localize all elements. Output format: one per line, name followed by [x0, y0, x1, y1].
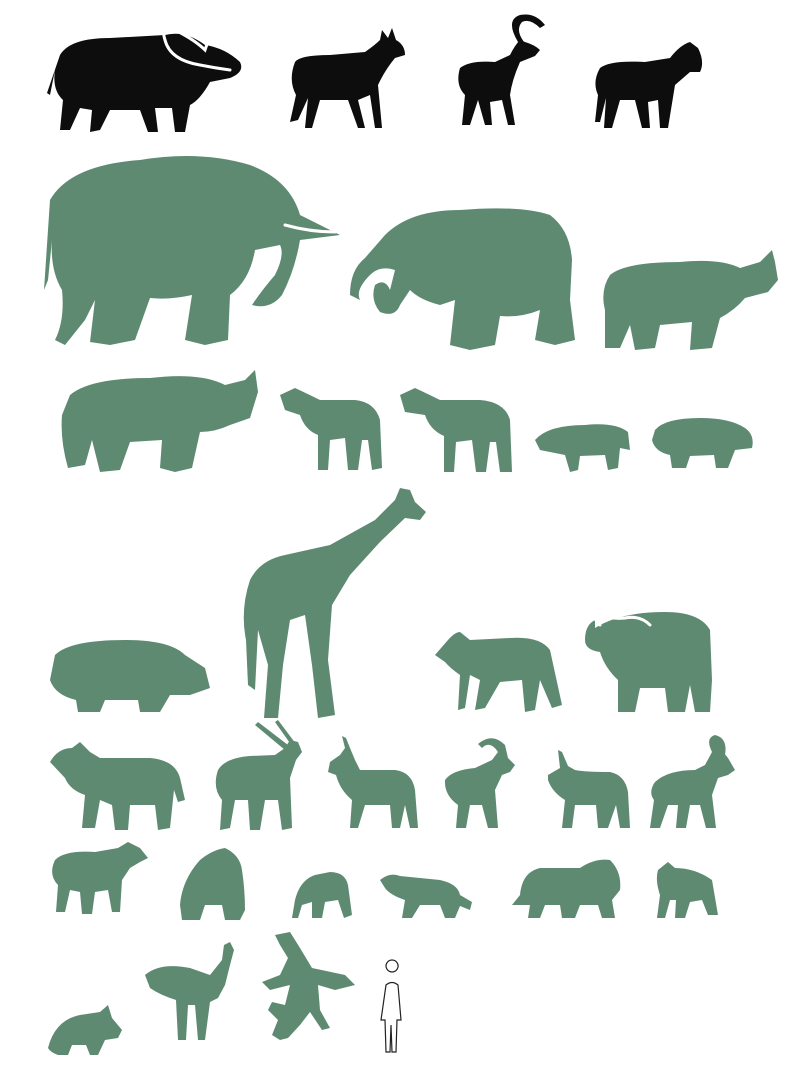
ibex-black-silhouette [458, 14, 545, 125]
row-predators-and-apes [52, 842, 718, 920]
gorilla-silhouette [180, 848, 245, 920]
pygmy-hippopotamus-silhouette [652, 418, 753, 468]
okapi-silhouette [435, 632, 562, 712]
row-large-mammals [44, 156, 778, 350]
hyena-silhouette [656, 862, 718, 918]
african-bush-elephant-silhouette [44, 156, 340, 345]
animal-silhouette-chart [44, 14, 778, 1055]
row-misc-and-scale [48, 932, 402, 1055]
nyala-silhouette [548, 750, 630, 828]
chimpanzee-silhouette [292, 872, 352, 918]
row-antelopes [50, 720, 735, 830]
plains-zebra-silhouette [280, 388, 382, 470]
african-buffalo-silhouette [585, 610, 712, 712]
leopard-silhouette [380, 874, 472, 918]
black-rhinoceros-silhouette [603, 250, 778, 350]
kudu-silhouette [444, 738, 515, 828]
african-forest-elephant-silhouette [350, 208, 575, 350]
crocodile-silhouette [262, 932, 355, 1040]
wildebeest-silhouette [52, 842, 148, 914]
zebra-black-silhouette [595, 42, 703, 128]
eland-silhouette [50, 742, 185, 830]
white-rhinoceros-silhouette [61, 370, 258, 472]
row-black-silhouettes [47, 14, 703, 132]
impala-silhouette [328, 736, 418, 828]
row-medium-mammals [61, 370, 753, 472]
oryx-silhouette [215, 720, 302, 830]
aardvark-silhouette [48, 1005, 122, 1055]
row-tall-mammals [50, 488, 712, 718]
hippopotamus-silhouette [50, 640, 210, 712]
warthog-silhouette [535, 424, 630, 472]
giraffe-silhouette [243, 488, 426, 718]
ostrich-silhouette [145, 942, 234, 1040]
lion-silhouette [512, 859, 621, 918]
grevys-zebra-silhouette [400, 388, 512, 472]
sable-antelope-silhouette [650, 735, 735, 828]
hartebeest-black-silhouette [290, 28, 405, 128]
cape-buffalo-black-silhouette [47, 26, 242, 132]
human-scale-figure [380, 959, 402, 1053]
